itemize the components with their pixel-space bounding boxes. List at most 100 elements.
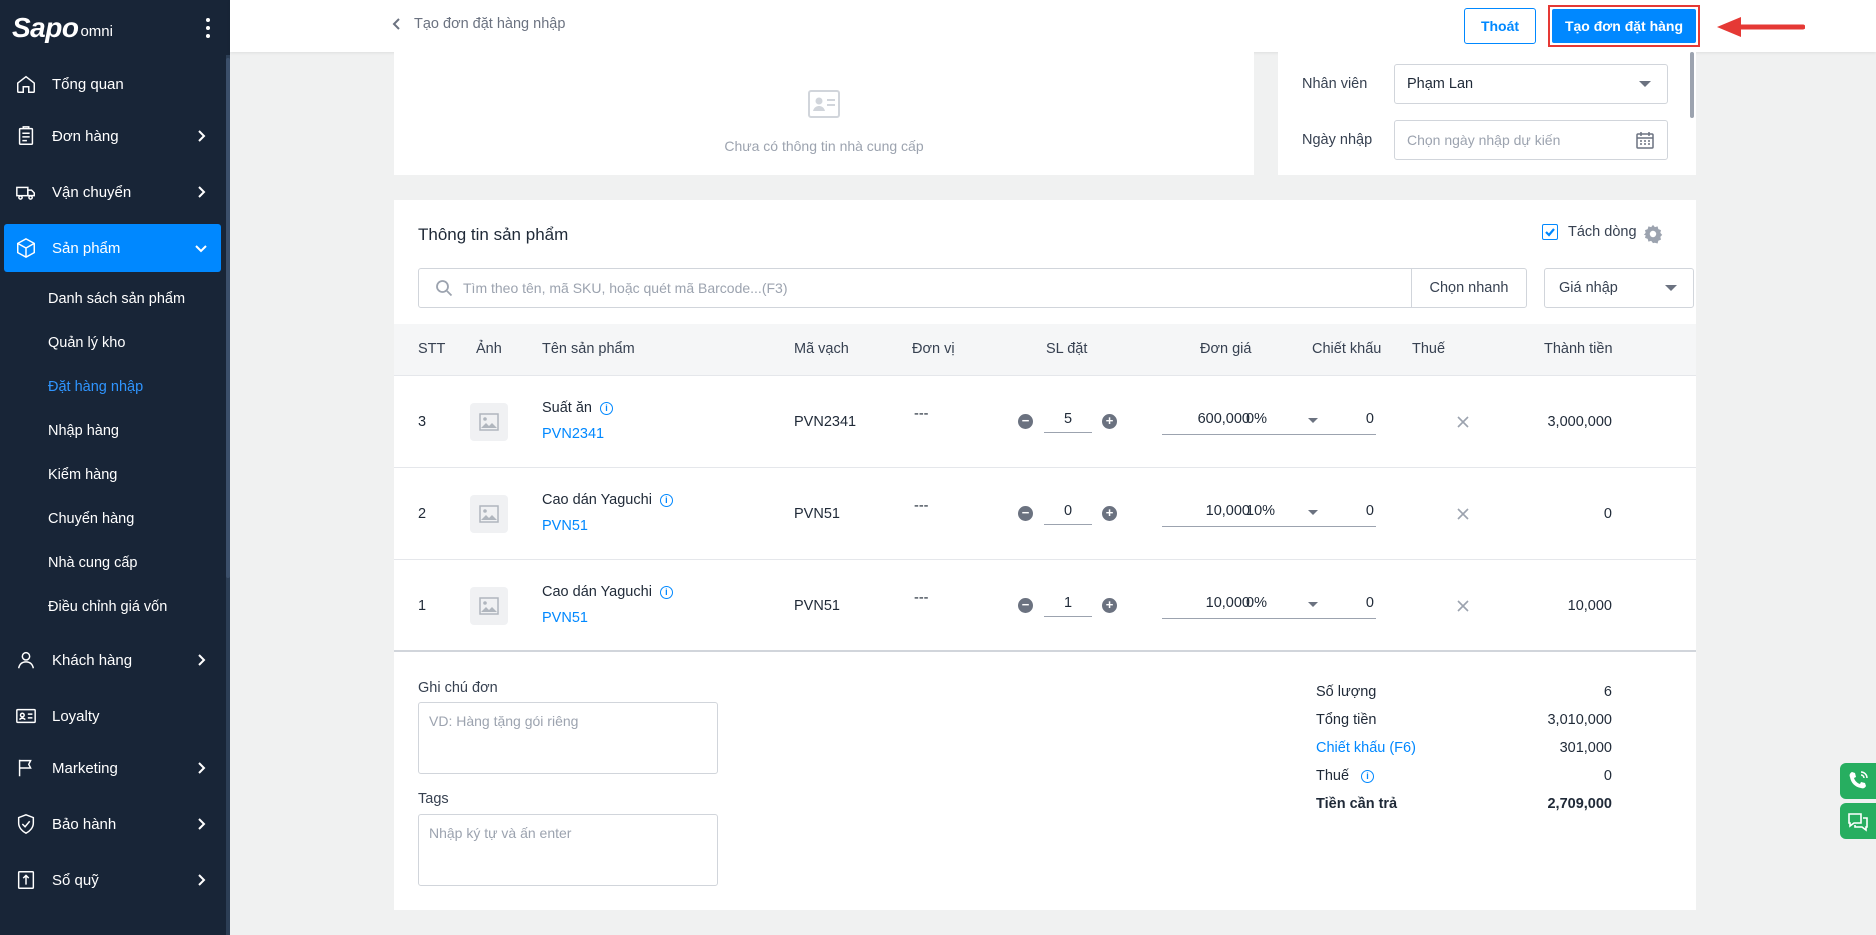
- plus-icon[interactable]: +: [1102, 506, 1117, 521]
- tax-select[interactable]: 0%: [1244, 595, 1328, 619]
- product-card: Thông tin sản phẩm Tách dòng Tìm theo tê…: [394, 200, 1696, 910]
- sidebar-item-warranty[interactable]: Bảo hành: [4, 800, 221, 848]
- chat-icon: [1848, 813, 1868, 832]
- exit-button[interactable]: Thoát: [1464, 8, 1536, 44]
- logo-suffix: omni: [80, 23, 113, 40]
- chat-widget[interactable]: [1840, 803, 1876, 839]
- product-sku-link[interactable]: PVN51: [542, 610, 588, 626]
- date-input[interactable]: Chọn ngày nhập dự kiến: [1394, 120, 1668, 160]
- sub-item-supplier[interactable]: Nhà cung cấp: [48, 555, 137, 571]
- product-name-text: Cao dán Yaguchi: [542, 492, 652, 508]
- page-scrollbar[interactable]: [1690, 52, 1694, 118]
- sidebar-scroll-thumb[interactable]: [226, 58, 230, 578]
- close-icon[interactable]: [1456, 415, 1470, 429]
- product-name-text: Suất ăn: [542, 400, 592, 416]
- sidebar-item-customers[interactable]: Khách hàng: [4, 636, 221, 684]
- price-input[interactable]: 10,000: [1162, 595, 1252, 619]
- quantity-stepper[interactable]: − 0 +: [1018, 503, 1118, 525]
- close-icon[interactable]: [1456, 507, 1470, 521]
- sidebar-item-loyalty[interactable]: Loyalty: [4, 692, 221, 740]
- sub-item-cost-adjust[interactable]: Điều chỉnh giá vốn: [48, 599, 167, 615]
- info-icon[interactable]: i: [600, 401, 613, 415]
- sidebar-item-products[interactable]: Sản phẩm: [4, 224, 221, 272]
- product-search-input[interactable]: Tìm theo tên, mã SKU, hoặc quét mã Barco…: [418, 268, 1412, 308]
- info-icon[interactable]: i: [1361, 769, 1375, 783]
- calendar-icon[interactable]: [1635, 130, 1655, 150]
- product-name-text: Cao dán Yaguchi: [542, 584, 652, 600]
- sidebar-item-label: Sổ quỹ: [52, 871, 99, 889]
- tags-placeholder: Nhập ký tự và ấn enter: [429, 825, 572, 841]
- info-icon[interactable]: i: [659, 585, 673, 599]
- product-sku-link[interactable]: PVN51: [542, 518, 588, 534]
- quick-pick-button[interactable]: Chọn nhanh: [1411, 268, 1527, 308]
- price-type-select[interactable]: Giá nhập: [1544, 268, 1694, 308]
- plus-icon[interactable]: +: [1102, 598, 1117, 613]
- quantity-input[interactable]: 1: [1044, 595, 1092, 617]
- price-input[interactable]: 10,000: [1162, 503, 1252, 527]
- tags-input[interactable]: Nhập ký tự và ấn enter: [418, 814, 718, 886]
- note-textarea[interactable]: VD: Hàng tặng gói riêng: [418, 702, 718, 774]
- tax-select[interactable]: 0%: [1244, 411, 1328, 435]
- summary-total-label: Tổng tiền: [1316, 712, 1377, 728]
- split-line-label: Tách dòng: [1568, 224, 1637, 240]
- col-discount: Chiết khấu: [1312, 341, 1382, 357]
- back-link[interactable]: Tạo đơn đặt hàng nhập: [390, 16, 565, 32]
- sub-item-inventory[interactable]: Quản lý kho: [48, 335, 125, 351]
- sub-item-receive[interactable]: Nhập hàng: [48, 423, 119, 439]
- minus-icon[interactable]: −: [1018, 414, 1033, 429]
- create-order-button[interactable]: Tạo đơn đặt hàng: [1552, 9, 1696, 43]
- tax-select[interactable]: 10%: [1244, 503, 1328, 527]
- caret-down-icon: [1308, 418, 1318, 423]
- sub-item-stocktake[interactable]: Kiểm hàng: [48, 467, 117, 483]
- product-name[interactable]: Cao dán Yaguchi i: [542, 584, 673, 600]
- product-name[interactable]: Suất ăn i: [542, 400, 613, 416]
- chevron-right-icon: [193, 816, 209, 832]
- split-line-checkbox[interactable]: Tách dòng: [1542, 224, 1637, 240]
- summary-discount-link[interactable]: Chiết khấu (F6): [1316, 740, 1416, 756]
- plus-icon[interactable]: +: [1102, 414, 1117, 429]
- quantity-input[interactable]: 0: [1044, 503, 1092, 525]
- staff-select[interactable]: Phạm Lan: [1394, 64, 1668, 104]
- gear-icon[interactable]: [1642, 223, 1664, 245]
- supplier-card: Chưa có thông tin nhà cung cấp: [394, 52, 1254, 175]
- sub-item-purchase-order[interactable]: Đặt hàng nhập: [48, 379, 143, 395]
- sidebar-item-shipping[interactable]: Vận chuyển: [4, 168, 221, 216]
- caret-down-icon: [1665, 285, 1677, 291]
- box-icon: [14, 236, 38, 260]
- sub-item-transfer[interactable]: Chuyển hàng: [48, 511, 134, 527]
- close-icon[interactable]: [1456, 599, 1470, 613]
- sidebar-item-orders[interactable]: Đơn hàng: [4, 112, 221, 160]
- sidebar-item-label: Khách hàng: [52, 651, 133, 669]
- checkbox[interactable]: [1542, 224, 1558, 240]
- summary-pay-label: Tiền cần trả: [1316, 796, 1398, 812]
- page-title: Tạo đơn đặt hàng nhập: [414, 16, 566, 32]
- minus-icon[interactable]: −: [1018, 506, 1033, 521]
- sidebar-item-cashbook[interactable]: Sổ quỹ: [4, 856, 221, 904]
- quantity-stepper[interactable]: − 5 +: [1018, 411, 1118, 433]
- sidebar-item-label: Tổng quan: [52, 75, 124, 93]
- price-input[interactable]: 600,000: [1162, 411, 1252, 435]
- quantity-input[interactable]: 5: [1044, 411, 1092, 433]
- minus-icon[interactable]: −: [1018, 598, 1033, 613]
- col-unit: Đơn vị: [912, 341, 955, 357]
- product-sku-link[interactable]: PVN2341: [542, 426, 604, 442]
- info-icon[interactable]: i: [659, 493, 673, 507]
- red-arrow-annotation: [1717, 17, 1805, 37]
- sidebar-item-marketing[interactable]: Marketing: [4, 744, 221, 792]
- quantity-stepper[interactable]: − 1 +: [1018, 595, 1118, 617]
- product-name[interactable]: Cao dán Yaguchi i: [542, 492, 673, 508]
- caret-down-icon: [1308, 602, 1318, 607]
- sidebar-item-overview[interactable]: Tổng quan: [4, 60, 221, 108]
- tax-value: 0%: [1246, 411, 1267, 427]
- sapo-logo[interactable]: Sapo: [12, 12, 79, 44]
- tax-value: 0%: [1246, 595, 1267, 611]
- sidebar-item-label: Đơn hàng: [52, 127, 119, 145]
- sub-item-product-list[interactable]: Danh sách sản phẩm: [48, 291, 185, 307]
- chevron-down-icon: [193, 240, 209, 256]
- create-button-highlight: Tạo đơn đặt hàng: [1548, 5, 1700, 47]
- call-widget[interactable]: [1840, 763, 1876, 799]
- more-menu-icon[interactable]: [206, 18, 210, 38]
- col-total: Thành tiền: [1544, 341, 1613, 357]
- product-image: [470, 403, 508, 441]
- image-placeholder-icon: [479, 505, 499, 523]
